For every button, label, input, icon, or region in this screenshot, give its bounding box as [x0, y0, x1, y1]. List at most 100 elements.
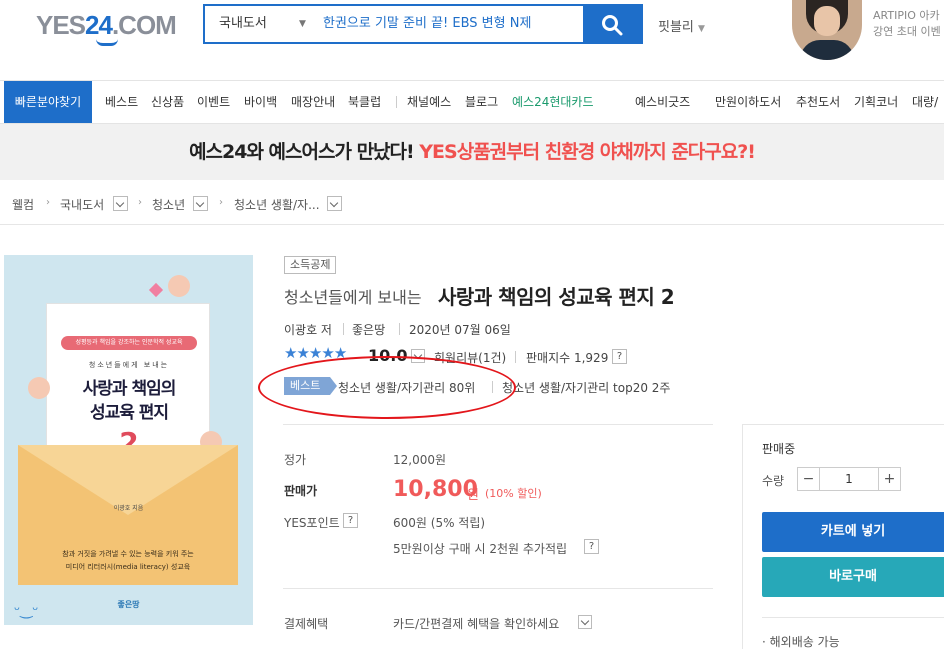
- breadcrumb-domestic[interactable]: 국내도서: [60, 196, 104, 213]
- sale-price-value: 10,800: [393, 477, 478, 502]
- cover-subtitle: 청소년들에게 보내는: [88, 361, 170, 369]
- cover-author: 이광호 지음: [113, 505, 144, 512]
- section-divider: [283, 588, 713, 589]
- nav-item-under10k[interactable]: 만원이하도서: [715, 81, 781, 123]
- payment-benefit-label: 결제혜택: [284, 617, 329, 631]
- promo-photo[interactable]: [792, 0, 862, 60]
- banner-text: 예스24와 예스어스가 만났다!: [189, 141, 420, 163]
- promo-text[interactable]: ARTIPIO 아카강연 초대 이벤: [873, 8, 941, 40]
- cover-pill: 성평등과 책임을 강조하는 인문학적 성교육: [61, 336, 197, 350]
- nav-item-event[interactable]: 이벤트: [197, 81, 230, 123]
- sale-price-unit: 원: [467, 488, 479, 503]
- cover-title-line2: 성교육 편지: [89, 403, 169, 423]
- add-to-cart-button[interactable]: 카트에 넣기: [762, 512, 944, 552]
- nav-item-store[interactable]: 매장안내: [291, 81, 335, 123]
- breadcrumb-dropdown[interactable]: [193, 196, 208, 211]
- section-divider: [283, 424, 713, 425]
- annotation-circle: [258, 356, 516, 419]
- nav-item-best[interactable]: 베스트: [105, 81, 138, 123]
- list-price-label: 정가: [284, 453, 307, 467]
- cover-title-line1: 사랑과 책임의: [82, 379, 177, 399]
- publish-date: 2020년 07월 06일: [409, 323, 511, 337]
- chevron-down-icon: ▼: [299, 19, 306, 29]
- quantity-increase-button[interactable]: +: [878, 468, 900, 490]
- cover-caption1: 참과 거짓을 가려낼 수 있는 능력을 키워 주는: [62, 550, 194, 558]
- breadcrumb-dropdown[interactable]: [113, 196, 128, 211]
- buy-now-button[interactable]: 바로구매: [762, 557, 944, 597]
- list-price-value: 12,000원: [393, 453, 447, 467]
- quantity-decrease-button[interactable]: −: [798, 468, 820, 490]
- nav-item-special[interactable]: 기획코너: [854, 81, 898, 123]
- quantity-label: 수량: [762, 474, 785, 488]
- star-icon: ★: [308, 344, 322, 362]
- publisher-link[interactable]: 핏블리 ▼: [658, 16, 705, 35]
- chevron-right-icon: ›: [219, 197, 223, 208]
- sales-index: 판매지수 1,929: [526, 351, 609, 365]
- star-icon: ★: [296, 344, 309, 362]
- nav-item-bookclub[interactable]: 북클럽: [348, 81, 381, 123]
- search-icon: [602, 15, 623, 36]
- yes24-logo[interactable]: YES24.COM: [36, 10, 177, 41]
- yes-point-extra: 5만원이상 구매 시 2천원 추가적립: [393, 542, 568, 556]
- publisher-link-label: 핏블리: [658, 20, 694, 35]
- sale-status: 판매중: [762, 442, 796, 456]
- cover-envelope: 참과 거짓을 가려낼 수 있는 능력을 키워 주는 미디어 리터러시(media…: [18, 445, 238, 585]
- search-bar: 국내도서 ▼: [203, 4, 643, 44]
- meta-divider: [343, 323, 344, 335]
- cupid-illustration: [168, 275, 190, 297]
- buy-panel-divider: [762, 617, 944, 618]
- publisher-name-link[interactable]: 좋은땅: [352, 321, 385, 338]
- nav-item-recommend[interactable]: 추천도서: [796, 81, 840, 123]
- help-icon[interactable]: ?: [584, 539, 599, 554]
- promo-photo-face: [814, 6, 840, 36]
- quick-category-button[interactable]: 빠른분야찾기: [4, 81, 92, 123]
- breadcrumb-youth[interactable]: 청소년: [152, 196, 185, 213]
- quantity-stepper: − +: [797, 467, 901, 491]
- breadcrumb-home[interactable]: 웰컴: [12, 196, 34, 213]
- breadcrumb-youth-life[interactable]: 청소년 생활/자...: [234, 196, 320, 213]
- nav-item-channel[interactable]: 채널예스: [407, 81, 451, 123]
- book-cover[interactable]: 성평등과 책임을 강조하는 인문학적 성교육 청소년들에게 보내는 사랑과 책임…: [4, 255, 253, 625]
- banner-highlight: YES상품권부터 친환경 야채까지 준다구요?!: [419, 141, 756, 163]
- nav-item-new[interactable]: 신상품: [151, 81, 184, 123]
- help-icon[interactable]: ?: [343, 513, 358, 528]
- nav-item-bulk[interactable]: 대량/: [912, 81, 938, 123]
- page-title: 사랑과 책임의 성교육 편지 2: [438, 285, 675, 309]
- promo-line1: ARTIPIO 아카: [873, 9, 940, 22]
- breadcrumb-dropdown[interactable]: [327, 196, 342, 211]
- author-link[interactable]: 이광호 저: [284, 321, 332, 338]
- logo-main: YES: [36, 10, 86, 40]
- chevron-right-icon: ›: [138, 197, 142, 208]
- logo-24: 24: [85, 10, 113, 40]
- nav-item-blog[interactable]: 블로그: [465, 81, 498, 123]
- star-icon: ★: [284, 344, 297, 362]
- discount-rate: (10% 할인): [485, 487, 542, 500]
- breadcrumb-divider: [0, 224, 944, 225]
- search-category-label: 국내도서: [219, 16, 267, 31]
- main-nav: 빠른분야찾기 베스트 신상품 이벤트 바이백 매장안내 북클럽 채널예스 블로그…: [0, 80, 944, 124]
- chevron-right-icon: ›: [46, 197, 50, 208]
- nav-item-goods[interactable]: 예스비긋즈: [635, 81, 690, 123]
- nav-item-card[interactable]: 예스24현대카드: [512, 81, 594, 123]
- meta-divider: [515, 351, 516, 363]
- cover-caption2: 미디어 리터러시(media literacy) 성교육: [65, 563, 191, 571]
- title-prefix: 청소년들에게 보내는: [284, 288, 422, 307]
- best-top20-link[interactable]: 청소년 생활/자기관리 top20 2주: [502, 379, 670, 396]
- overseas-shipping: · 해외배송 가능: [762, 635, 840, 649]
- quantity-input[interactable]: [820, 468, 878, 490]
- search-button[interactable]: [583, 6, 641, 42]
- logo-smile-icon: [96, 39, 118, 46]
- search-category-select[interactable]: 국내도서 ▼: [205, 6, 315, 42]
- cover-publisher: 좋은땅: [117, 600, 140, 609]
- payment-benefit-value: 카드/간편결제 혜택을 확인하세요: [393, 617, 560, 631]
- event-banner[interactable]: 예스24와 예스어스가 만났다! YES상품권부터 친환경 야채까지 준다구요?…: [0, 124, 944, 180]
- promo-line2: 강연 초대 이벤: [873, 25, 941, 38]
- meta-divider: [399, 323, 400, 335]
- search-input[interactable]: [323, 6, 583, 42]
- nav-item-buyback[interactable]: 바이백: [244, 81, 277, 123]
- logo-domain: .COM: [111, 10, 177, 40]
- yes-point-value: 600원 (5% 적립): [393, 516, 486, 530]
- sale-price-label: 판매가: [284, 484, 318, 498]
- help-icon[interactable]: ?: [612, 349, 627, 364]
- payment-benefit-dropdown[interactable]: [578, 615, 592, 629]
